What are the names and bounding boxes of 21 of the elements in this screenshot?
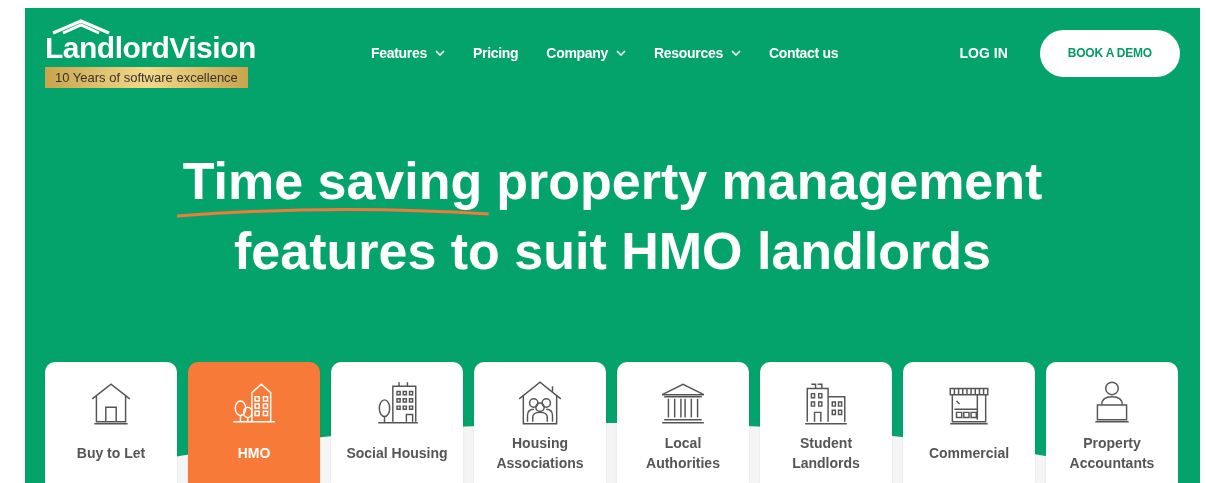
nav-link[interactable]: Contact us	[768, 45, 839, 61]
tagline-ribbon: 10 Years of software excellence	[45, 66, 248, 88]
category-card[interactable]: Local Authorities	[617, 362, 749, 483]
nav-link[interactable]: Resources	[654, 45, 741, 61]
category-card[interactable]: Buy to Let	[45, 362, 177, 483]
category-card[interactable]: Housing Associations	[474, 362, 606, 483]
nav-link[interactable]: Pricing	[472, 45, 519, 61]
roof-icon	[51, 18, 111, 35]
nav-link[interactable]: Company	[546, 45, 626, 61]
headline-text: features to suit HMO landlords	[234, 221, 991, 282]
book-demo-button[interactable]: BOOK A DEMO	[1039, 29, 1180, 77]
category-card[interactable]: Commercial	[903, 362, 1035, 483]
category-card[interactable]: HMO	[188, 362, 320, 483]
headline-highlight: Time saving	[182, 152, 483, 210]
category-card[interactable]: Student Landlords	[760, 362, 892, 483]
category-card[interactable]: Property Accountants	[1046, 362, 1178, 483]
nav-link[interactable]: Features	[371, 45, 445, 61]
headline-text: property management	[496, 151, 1043, 212]
login-link[interactable]: LOG IN	[959, 45, 1008, 61]
logo-text[interactable]: LandlordVision	[45, 24, 256, 65]
category-card[interactable]: Social Housing	[331, 362, 463, 483]
